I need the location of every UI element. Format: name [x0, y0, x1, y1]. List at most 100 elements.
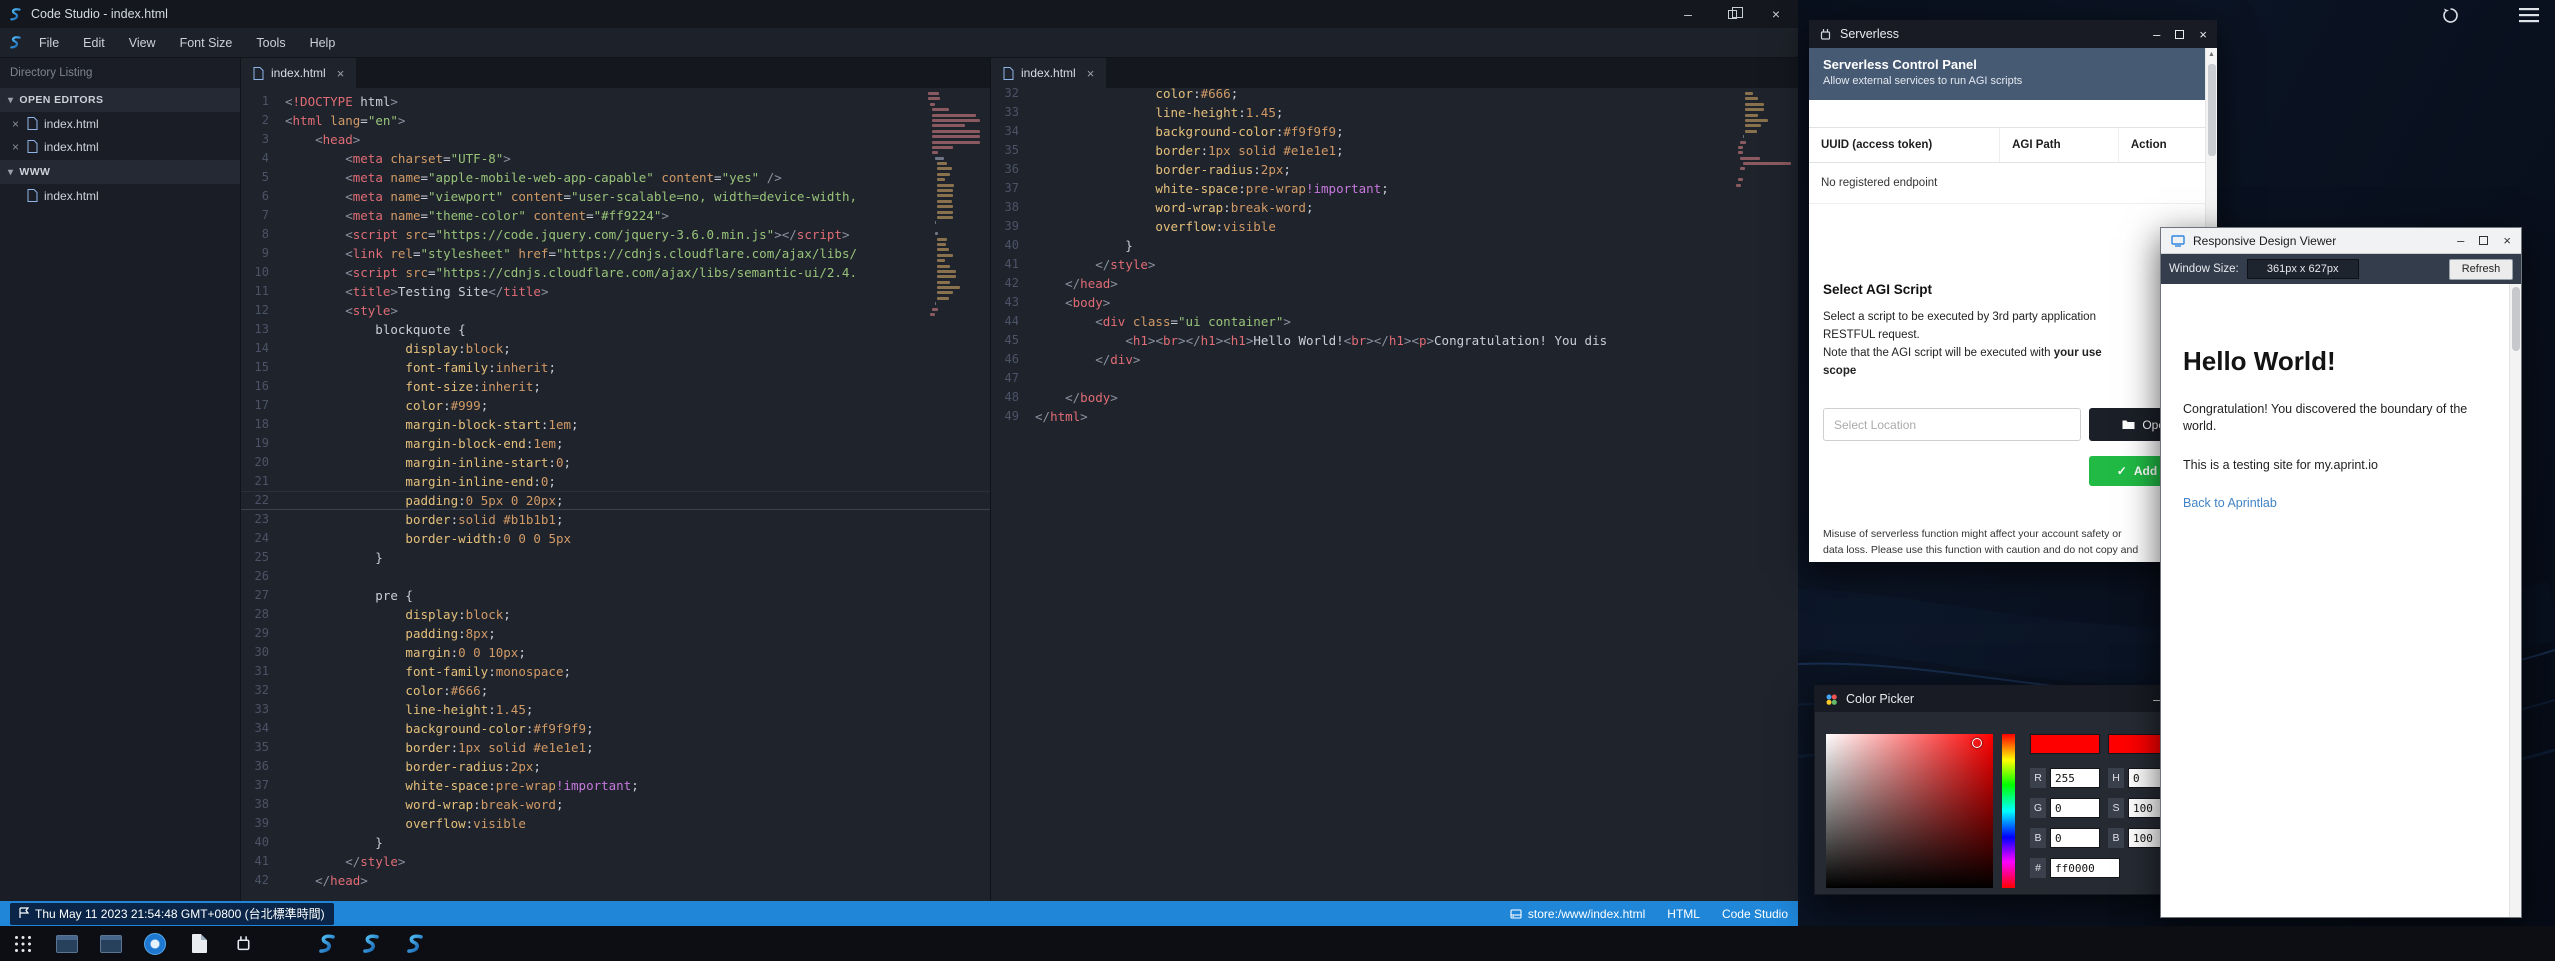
green-input[interactable]	[2050, 798, 2100, 818]
serverless-titlebar[interactable]: Serverless – ×	[1809, 20, 2217, 48]
close-icon[interactable]: ×	[10, 117, 21, 131]
code-line[interactable]: 10 <script src="https://cdnjs.cloudflare…	[241, 263, 990, 282]
code-line[interactable]: 41 </style>	[991, 255, 1798, 274]
clock-status[interactable]: Thu May 11 2023 21:54:48 GMT+0800 (台北標準時…	[10, 903, 334, 925]
hue-slider[interactable]	[2002, 734, 2015, 888]
code-line[interactable]: 42 </head>	[991, 274, 1798, 293]
tab-index-html[interactable]: index.html ×	[991, 58, 1106, 88]
sidebar-item-file[interactable]: ×index.html	[0, 112, 240, 135]
saturation-brightness-area[interactable]	[1826, 734, 1993, 888]
minimize-button[interactable]: –	[1666, 0, 1710, 28]
red-input[interactable]	[2050, 768, 2100, 788]
close-icon[interactable]: ×	[337, 66, 345, 81]
code-line[interactable]: 18 margin-block-start:1em;	[241, 415, 990, 434]
code-line[interactable]: 17 color:#999;	[241, 396, 990, 415]
file-path-status[interactable]: store:/www/index.html	[1510, 907, 1645, 921]
code-line[interactable]: 21 margin-inline-end:0;	[241, 472, 990, 491]
color-cursor[interactable]	[1972, 738, 1982, 748]
taskbar-code-studio-icon[interactable]	[312, 929, 342, 959]
code-line[interactable]: 32 color:#666;	[241, 681, 990, 700]
code-line[interactable]: 11 <title>Testing Site</title>	[241, 282, 990, 301]
code-line[interactable]: 2<html lang="en">	[241, 111, 990, 130]
code-line[interactable]: 37 white-space:pre-wrap!important;	[991, 179, 1798, 198]
code-line[interactable]: 8 <script src="https://code.jquery.com/j…	[241, 225, 990, 244]
window-size-value[interactable]: 361px x 627px	[2247, 259, 2359, 279]
taskbar-code-studio-icon[interactable]	[400, 929, 430, 959]
code-line[interactable]: 32 color:#666;	[991, 88, 1798, 103]
code-line[interactable]: 31 font-family:monospace;	[241, 662, 990, 681]
close-button[interactable]: ×	[2503, 234, 2511, 247]
code-line[interactable]: 25 }	[241, 548, 990, 567]
code-line[interactable]: 6 <meta name="viewport" content="user-sc…	[241, 187, 990, 206]
menu-view[interactable]: View	[117, 28, 168, 58]
code-line[interactable]: 41 </style>	[241, 852, 990, 871]
code-line[interactable]: 39 overflow:visible	[241, 814, 990, 833]
taskbar-serverless-icon[interactable]	[228, 929, 258, 959]
taskbar-code-studio-icon[interactable]	[356, 929, 386, 959]
code-line[interactable]: 40 }	[991, 236, 1798, 255]
code-line[interactable]: 33 line-height:1.45;	[991, 103, 1798, 122]
code-line[interactable]: 48 </body>	[991, 388, 1798, 407]
code-line[interactable]: 36 border-radius:2px;	[991, 160, 1798, 179]
code-line[interactable]: 34 background-color:#f9f9f9;	[991, 122, 1798, 141]
restore-button[interactable]	[1710, 0, 1754, 28]
code-line[interactable]: 47	[991, 369, 1798, 388]
sidebar-section-www[interactable]: ▾WWW	[0, 160, 240, 184]
taskbar-browser-icon[interactable]	[140, 929, 170, 959]
back-to-aprintlab-link[interactable]: Back to Aprintlab	[2183, 496, 2277, 510]
color-picker-titlebar[interactable]: Color Picker – ×	[1815, 686, 2193, 712]
refresh-spinner-icon[interactable]	[2442, 7, 2459, 29]
scrollbar[interactable]	[2509, 284, 2521, 917]
code-line[interactable]: 46 </div>	[991, 350, 1798, 369]
code-line[interactable]: 43 <body>	[991, 293, 1798, 312]
menu-help[interactable]: Help	[298, 28, 348, 58]
code-line[interactable]: 36 border-radius:2px;	[241, 757, 990, 776]
code-line[interactable]: 33 line-height:1.45;	[241, 700, 990, 719]
code-line[interactable]: 29 padding:8px;	[241, 624, 990, 643]
minimize-button[interactable]: –	[2153, 28, 2160, 41]
code-line[interactable]: 49</html>	[991, 407, 1798, 426]
menu-font-size[interactable]: Font Size	[168, 28, 245, 58]
close-button[interactable]: ×	[1754, 0, 1798, 28]
taskbar-window-icon[interactable]	[96, 929, 126, 959]
code-line[interactable]: 12 <style>	[241, 301, 990, 320]
code-line[interactable]: 26	[241, 567, 990, 586]
scroll-up-arrow-icon[interactable]: ▲	[2206, 48, 2217, 58]
taskbar-window-icon[interactable]	[52, 929, 82, 959]
code-line[interactable]: 20 margin-inline-start:0;	[241, 453, 990, 472]
editor-right-minimap[interactable]	[1736, 92, 1788, 189]
taskbar-files-icon[interactable]	[184, 929, 214, 959]
code-line[interactable]: 38 word-wrap:break-word;	[991, 198, 1798, 217]
menu-tools[interactable]: Tools	[244, 28, 297, 58]
code-line[interactable]: 9 <link rel="stylesheet" href="https://c…	[241, 244, 990, 263]
editor-left-minimap[interactable]	[928, 92, 980, 318]
code-line[interactable]: 1<!DOCTYPE html>	[241, 92, 990, 111]
close-icon[interactable]: ×	[1087, 66, 1095, 81]
titlebar[interactable]: Code Studio - index.html – ×	[0, 0, 1798, 28]
maximize-button[interactable]	[2175, 28, 2184, 41]
refresh-button[interactable]: Refresh	[2449, 259, 2513, 280]
code-line[interactable]: 37 white-space:pre-wrap!important;	[241, 776, 990, 795]
code-line[interactable]: 27 pre {	[241, 586, 990, 605]
code-line[interactable]: 16 font-size:inherit;	[241, 377, 990, 396]
code-line[interactable]: 22 padding:0 5px 0 20px;	[241, 491, 990, 510]
code-line[interactable]: 28 display:block;	[241, 605, 990, 624]
code-line[interactable]: 5 <meta name="apple-mobile-web-app-capab…	[241, 168, 990, 187]
code-line[interactable]: 44 <div class="ui container">	[991, 312, 1798, 331]
code-line[interactable]: 34 background-color:#f9f9f9;	[241, 719, 990, 738]
code-line[interactable]: 42 </head>	[241, 871, 990, 890]
hex-input[interactable]	[2050, 858, 2120, 878]
minimize-button[interactable]: –	[2457, 234, 2464, 247]
code-line[interactable]: 39 overflow:visible	[991, 217, 1798, 236]
close-icon[interactable]: ×	[10, 140, 21, 154]
scrollbar-thumb[interactable]	[2208, 64, 2216, 156]
code-editor[interactable]: 32 color:#666;33 line-height:1.45;34 bac…	[991, 88, 1798, 901]
code-line[interactable]: 4 <meta charset="UTF-8">	[241, 149, 990, 168]
code-line[interactable]: 3 <head>	[241, 130, 990, 149]
status-language[interactable]: HTML	[1667, 907, 1700, 921]
sidebar-section-open-editors[interactable]: ▾OPEN EDITORS	[0, 88, 240, 112]
responsive-viewer-titlebar[interactable]: Responsive Design Viewer – ×	[2161, 228, 2521, 254]
blue-input[interactable]	[2050, 828, 2100, 848]
scrollbar-thumb[interactable]	[2512, 287, 2520, 351]
code-editor[interactable]: 1<!DOCTYPE html>2<html lang="en">3 <head…	[241, 88, 990, 901]
